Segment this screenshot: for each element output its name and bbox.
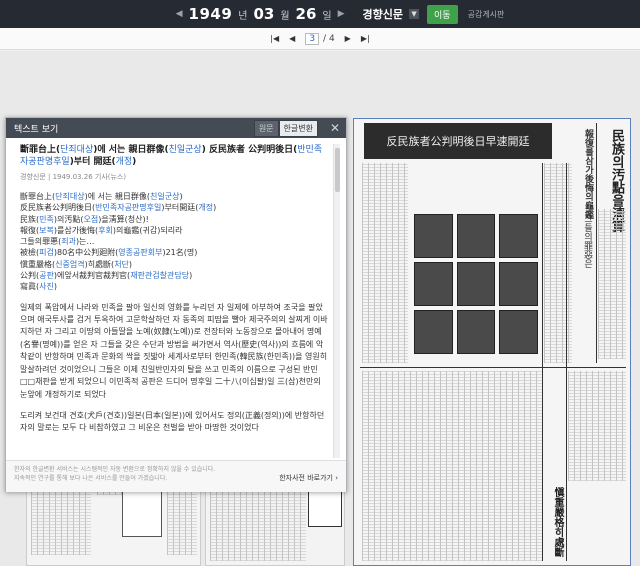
scan-bottom-title: 愼重嚴格히處斷 [552, 487, 563, 557]
title-gloss: 친일군상 [168, 145, 202, 155]
panel-scrollbar[interactable] [333, 144, 340, 458]
title-gloss: 개정 [115, 157, 133, 167]
article-meta: 경향신문 | 1949.03.26 기사(뉴스) [20, 173, 127, 181]
scan-photo [456, 214, 496, 258]
panel-footer: 한자의 한글변환 서비스는 시스템적인 자동 변환으로 정확하지 않을 수 있습… [6, 460, 346, 492]
day-value[interactable]: 26 [296, 5, 317, 23]
title-part: )부터 開廷( [69, 157, 116, 167]
subhead-line: 被檢(피검)80名中公判廻附(영종공판회부)21名(명) [20, 248, 198, 258]
title-part: 斷罪台上( [20, 145, 61, 155]
original-text-tab[interactable]: 원문 [253, 119, 279, 137]
month-unit: 월 [280, 10, 290, 22]
prev-page-icon[interactable]: ◀ [289, 34, 295, 43]
scan-mid-title: 그들의罪惡은 [582, 214, 592, 268]
year-unit: 년 [238, 10, 248, 22]
date-selector: ◀ 1949 년 03 월 26 일 ▶ [176, 5, 345, 23]
scan-photo [414, 310, 453, 354]
article-paragraph: 도리켜 보건대 견호(犬戶(견호))일본(日本(일본))에 있어서도 정의(正義… [20, 410, 325, 433]
scan-photo-grid [414, 214, 538, 354]
subhead-line: 愼重嚴格(신중엄격)히處斷(처단) [20, 259, 133, 269]
first-page-icon[interactable]: |◀ [270, 34, 279, 43]
scan-photo [456, 310, 496, 354]
title-part: ) [132, 157, 137, 167]
title-part: ) 反民族者 公判明後日( [201, 145, 298, 155]
total-pages: / 4 [323, 33, 335, 44]
title-gloss: 단죄대상 [60, 145, 94, 155]
subhead-line: 民族(민족)의汚點(오점)을淸算(청산)! [20, 214, 149, 224]
text-view-panel: 텍스트 보기 원문 한글변환 ✕ 斷罪台上(단죄대상)에 서는 親日群像(친일군… [5, 117, 347, 492]
article-text: 斷罪台上(단죄대상)에 서는 親日群像(친일군상) 反民族者 公判明後日(반민족… [6, 138, 346, 460]
scrollbar-thumb[interactable] [335, 148, 340, 192]
newspaper-page-scan[interactable]: 反民族者公判明後日早速開廷 民族의汚點을淸算 報復를삼가後悔의龜鑑 그들의罪惡은… [353, 118, 631, 566]
hangul-convert-tab[interactable]: 한글변환 [278, 119, 318, 137]
next-page-icon[interactable]: ▶ [345, 34, 351, 43]
current-page-input[interactable]: 3 [305, 32, 320, 45]
top-bar: ◀ 1949 년 03 월 26 일 ▶ 경향신문 ▼ 이동 공감게시판 [0, 0, 640, 28]
scan-photo [499, 214, 538, 258]
scan-side-subtitle: 報復를삼가後悔의龜鑑 [583, 129, 593, 219]
newspaper-select[interactable]: 경향신문 ▼ [362, 6, 420, 22]
notice-board-link[interactable]: 공감게시판 [468, 9, 505, 20]
year-value[interactable]: 1949 [189, 5, 233, 23]
newspaper-name: 경향신문 [362, 8, 404, 21]
scan-photo [499, 262, 538, 306]
scan-photo [414, 214, 453, 258]
prev-date-icon[interactable]: ◀ [176, 9, 183, 19]
article-paragraph: 일제의 폭압에서 나라와 민족을 팔아 일신의 영화를 누리던 자 일제에 아부… [20, 302, 328, 399]
chevron-down-icon[interactable]: ▼ [409, 9, 420, 19]
scan-photo [414, 262, 453, 306]
panel-title: 텍스트 보기 [14, 124, 59, 135]
article-title: 斷罪台上(단죄대상)에 서는 親日群像(친일군상) 反民族者 公判明後日(반민족… [20, 144, 328, 168]
month-value[interactable]: 03 [253, 5, 274, 23]
last-page-icon[interactable]: ▶| [361, 34, 370, 43]
title-part: )에 서는 親日群像( [93, 145, 169, 155]
article-subheads: 斷罪台上(단죄대상)에 서는 親日群像(친일군상) 反民族者公判明後日(반민족자… [20, 191, 328, 293]
scan-headline: 反民族者公判明後日早速開廷 [364, 123, 552, 159]
next-date-icon[interactable]: ▶ [338, 9, 345, 19]
subhead-line: 寫眞(사진) [20, 282, 57, 292]
close-icon[interactable]: ✕ [326, 119, 344, 137]
page-navigation: |◀ ◀ 3 / 4 ▶ ▶| [0, 28, 640, 50]
scan-photo [499, 310, 538, 354]
scan-photo [456, 262, 496, 306]
subhead-line: 그들의罪悪(죄과)는… [20, 237, 95, 247]
subhead-line: 公判(공판)에앞서裁判官裁判官(재판관검찰관담당) [20, 271, 193, 281]
conversion-notice: 한자의 한글변환 서비스는 시스템적인 자동 변환으로 정확하지 않을 수 있습… [14, 465, 264, 483]
subhead-line: 反民族者公判明後日(반민족자공판명후일)부터開廷(개정) [20, 203, 217, 213]
subhead-line: 斷罪台上(단죄대상)에 서는 親日群像(친일군상) [20, 192, 183, 201]
notice-line: 한자의 한글변환 서비스는 시스템적인 자동 변환으로 정확하지 않을 수 있습… [14, 466, 216, 473]
panel-header: 텍스트 보기 원문 한글변환 ✕ [6, 118, 346, 138]
go-button[interactable]: 이동 [427, 4, 458, 24]
subhead-line: 報復(보복)를삼가後悔(후회)의龜鑑(귀감)되리라 [20, 225, 183, 235]
page-indicator: 3 / 4 [305, 32, 335, 45]
day-unit: 일 [322, 10, 332, 22]
view-mode-toggle: 원문 한글변환 [253, 119, 318, 137]
notice-line: 지속적인 연구를 통해 보다 나은 서비스를 만들어 가겠습니다. [14, 475, 168, 482]
hanja-dictionary-link[interactable]: 한자사전 바로가기 › [279, 473, 338, 483]
